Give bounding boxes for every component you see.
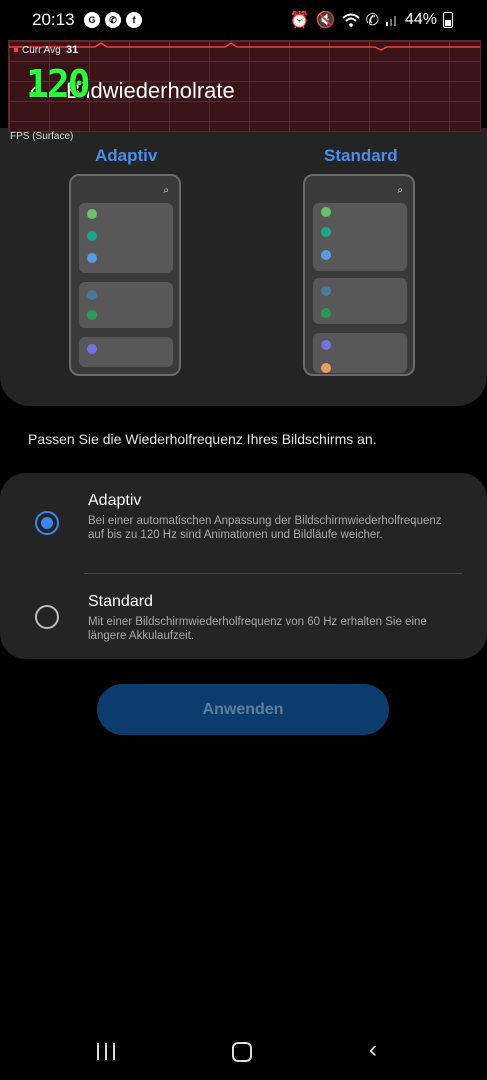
facebook-icon: f bbox=[126, 12, 142, 28]
preview-block bbox=[313, 203, 407, 271]
phone-preview-standard: ⌕ bbox=[303, 174, 415, 376]
curr-avg-label: Curr Avg bbox=[14, 45, 61, 56]
signal-icon bbox=[385, 16, 396, 26]
alarm-icon: ⏰ bbox=[289, 12, 310, 29]
preview-block bbox=[313, 278, 407, 324]
preview-label-adaptive: Adaptiv bbox=[95, 146, 158, 165]
page-title: Bildwiederholrate bbox=[66, 78, 235, 103]
apply-button[interactable]: Anwenden bbox=[97, 684, 389, 735]
preview-dot bbox=[87, 310, 97, 320]
radio-adaptive[interactable] bbox=[35, 511, 59, 535]
preview-dot bbox=[87, 209, 97, 219]
preview-dot bbox=[87, 344, 97, 354]
wifi-icon bbox=[341, 13, 360, 27]
preview-dot bbox=[87, 231, 97, 241]
preview-dot bbox=[321, 308, 331, 318]
search-icon: ⌕ bbox=[397, 185, 403, 196]
status-time: 20:13 bbox=[32, 10, 75, 29]
wifi-call-icon: ✆ bbox=[365, 12, 379, 29]
battery-text: 44% bbox=[404, 11, 437, 28]
option-standard-title: Standard bbox=[88, 593, 153, 610]
divider bbox=[84, 573, 462, 574]
recent-apps-icon[interactable] bbox=[97, 1043, 117, 1060]
radio-standard[interactable] bbox=[35, 605, 59, 629]
option-adaptive-description: Bei einer automatischen Anpassung der Bi… bbox=[88, 515, 442, 541]
mute-icon: 🔇 bbox=[315, 12, 336, 29]
battery-icon bbox=[443, 12, 453, 28]
preview-block bbox=[313, 333, 407, 373]
home-icon[interactable] bbox=[232, 1042, 252, 1062]
preview-dot bbox=[321, 340, 331, 350]
fps-surface-label: FPS (Surface) bbox=[10, 131, 74, 142]
preview-dot bbox=[87, 290, 97, 300]
search-icon: ⌕ bbox=[163, 185, 169, 196]
gpu-icon: G bbox=[84, 12, 100, 28]
screen-description: Passen Sie die Wiederholfrequenz Ihres B… bbox=[28, 431, 377, 447]
status-right: ⏰ 🔇 ✆ 44% bbox=[290, 10, 453, 30]
back-icon[interactable]: ‹ bbox=[369, 1036, 377, 1064]
preview-block bbox=[79, 337, 173, 367]
preview-block bbox=[79, 282, 173, 328]
preview-dot bbox=[87, 253, 97, 263]
preview-dot bbox=[321, 250, 331, 260]
status-bar: 20:13 G ✆ f ⏰ 🔇 ✆ 44% bbox=[0, 0, 487, 40]
preview-label-standard: Standard bbox=[324, 146, 398, 165]
fps-value: 120 bbox=[26, 62, 91, 106]
curr-avg-value: 31 bbox=[66, 44, 79, 56]
preview-block bbox=[79, 203, 173, 273]
preview-dot bbox=[321, 227, 331, 237]
phone-preview-adaptive: ⌕ bbox=[69, 174, 181, 376]
preview-dot bbox=[321, 363, 331, 373]
preview-dot bbox=[321, 207, 331, 217]
option-standard-description: Mit einer Bildschirmwiederholfrequenz vo… bbox=[88, 616, 427, 642]
option-adaptive-title: Adaptiv bbox=[88, 492, 142, 509]
preview-dot bbox=[321, 286, 331, 296]
whatsapp-icon: ✆ bbox=[105, 12, 121, 28]
